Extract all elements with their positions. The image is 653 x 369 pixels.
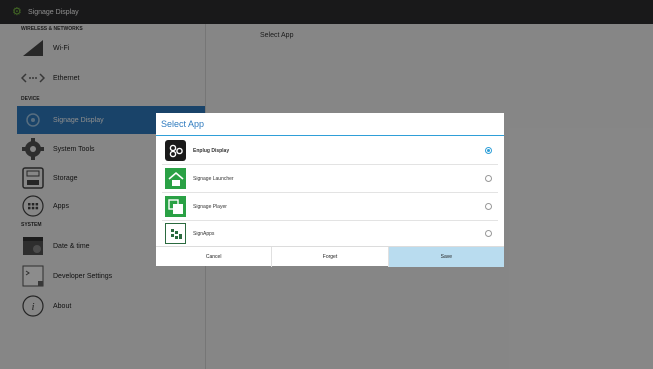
dialog-title: Select App (156, 113, 504, 135)
save-button[interactable]: Save (388, 247, 504, 267)
option-signage-launcher[interactable]: Signage Launcher (156, 165, 504, 192)
radio-selected[interactable] (485, 147, 492, 154)
option-enplug-display[interactable]: Enplug Display (156, 137, 504, 164)
select-app-dialog: Select App Enplug Display Signage Launch… (156, 113, 504, 267)
radio-unselected[interactable] (485, 203, 492, 210)
player-icon (165, 196, 186, 217)
option-label: SignApps (193, 230, 215, 237)
dialog-divider (156, 135, 504, 136)
option-signapps[interactable]: SignApps (156, 220, 504, 247)
option-label: Signage Player (193, 203, 227, 210)
enplug-logo-icon (165, 140, 186, 161)
cancel-button[interactable]: Cancel (156, 247, 273, 267)
radio-unselected[interactable] (485, 230, 492, 237)
option-label: Signage Launcher (193, 175, 234, 182)
option-label: Enplug Display (193, 147, 230, 154)
option-signage-player[interactable]: Signage Player (156, 193, 504, 220)
dialog-title-text: Select App (161, 119, 205, 129)
radio-unselected[interactable] (485, 175, 492, 182)
dialog-buttons: Cancel Forget Save (156, 246, 504, 267)
signapps-icon (165, 223, 186, 244)
home-icon (165, 168, 186, 189)
forget-button[interactable]: Forget (272, 247, 389, 267)
